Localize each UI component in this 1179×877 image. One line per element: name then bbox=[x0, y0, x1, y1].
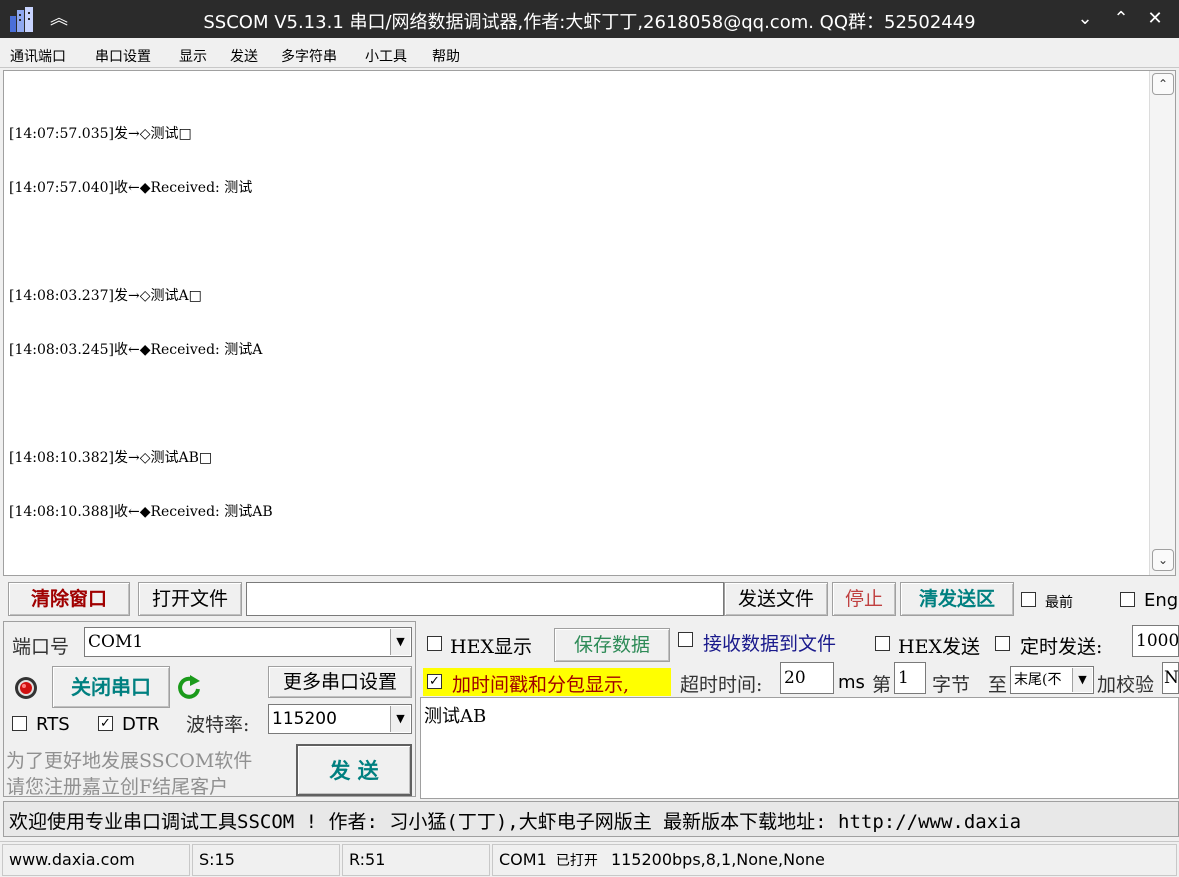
menu-bar: 通讯端口 串口设置 显示 发送 多字符串 小工具 帮助 bbox=[0, 38, 1179, 68]
send-file-button[interactable]: 发送文件 bbox=[724, 582, 828, 616]
promo-line-2: 请您注册嘉立创F结尾客户 bbox=[6, 776, 229, 798]
title-bar: ︽ SSCOM V5.13.1 串口/网络数据调试器,作者:大虾丁丁,26180… bbox=[0, 0, 1179, 38]
timed-send-checkbox[interactable] bbox=[995, 636, 1010, 651]
send-textarea[interactable]: 测试AB bbox=[420, 697, 1179, 799]
more-settings-button[interactable]: 更多串口设置 bbox=[268, 666, 412, 698]
window-title: SSCOM V5.13.1 串口/网络数据调试器,作者:大虾丁丁,2618058… bbox=[203, 12, 976, 33]
receive-scrollbar[interactable]: ⌃ ⌄ bbox=[1149, 71, 1175, 575]
status-site[interactable]: www.daxia.com bbox=[2, 844, 190, 876]
dropdown-arrow-icon[interactable]: ▼ bbox=[390, 629, 410, 655]
rts-label: RTS bbox=[36, 714, 70, 735]
clear-send-button[interactable]: 清发送区 bbox=[900, 582, 1014, 616]
status-params: 115200bps,8,1,None,None bbox=[610, 850, 825, 869]
port-label: 端口号 bbox=[12, 636, 70, 658]
scroll-down-icon[interactable]: ⌄ bbox=[1152, 549, 1174, 571]
status-port-info: COM1 已打开 115200bps,8,1,None,None bbox=[492, 844, 1177, 876]
hex-display-checkbox[interactable] bbox=[427, 636, 442, 651]
dtr-checkbox[interactable]: ✓ bbox=[98, 716, 113, 731]
baud-label: 波特率: bbox=[186, 714, 250, 736]
english-checkbox[interactable] bbox=[1120, 592, 1135, 607]
clear-window-button[interactable]: 清除窗口 bbox=[8, 582, 130, 616]
status-port-state: 已打开 bbox=[555, 853, 598, 869]
end-select[interactable]: 末尾(不 ▼ bbox=[1010, 666, 1094, 694]
menu-help[interactable]: 帮助 bbox=[432, 46, 460, 66]
file-path-input[interactable] bbox=[246, 582, 724, 616]
baud-select[interactable]: 115200 ▼ bbox=[268, 704, 412, 734]
status-sent-count: S:15 bbox=[192, 844, 340, 876]
receive-line: [14:08:03.237]发→◇测试A□ bbox=[9, 288, 202, 304]
save-data-button[interactable]: 保存数据 bbox=[554, 628, 670, 662]
ms-label: ms bbox=[838, 672, 865, 693]
send-button[interactable]: 发 送 bbox=[296, 744, 412, 796]
close-port-button[interactable]: 关闭串口 bbox=[52, 666, 170, 708]
recv-to-file-checkbox[interactable] bbox=[678, 632, 693, 647]
rts-checkbox[interactable] bbox=[12, 716, 27, 731]
port-status-icon bbox=[14, 676, 38, 700]
topmost-label: 最前 bbox=[1045, 595, 1073, 611]
send-text: 测试AB bbox=[424, 706, 487, 727]
to-label: 至 bbox=[988, 674, 1008, 696]
end-value: 末尾(不 bbox=[1014, 672, 1062, 688]
status-received-count: R:51 bbox=[342, 844, 490, 876]
topmost-checkbox[interactable] bbox=[1021, 592, 1036, 607]
info-banner: 欢迎使用专业串口调试工具SSCOM ! 作者: 习小猛(丁丁),大虾电子网版主 … bbox=[3, 801, 1179, 837]
timestamp-checkbox[interactable]: ✓ bbox=[427, 674, 442, 689]
port-select[interactable]: COM1 ▼ bbox=[84, 627, 412, 657]
receive-line bbox=[9, 395, 273, 413]
dropdown-arrow-icon[interactable]: ▼ bbox=[390, 706, 410, 732]
menu-tools[interactable]: 小工具 bbox=[365, 46, 407, 66]
banner-text: 欢迎使用专业串口调试工具SSCOM ! 作者: 习小猛(丁丁),大虾电子网版主 … bbox=[9, 811, 1022, 833]
status-port: COM1 bbox=[499, 850, 547, 869]
hex-display-label: HEX显示 bbox=[450, 636, 532, 658]
recv-to-file-label: 接收数据到文件 bbox=[703, 633, 837, 655]
maximize-icon[interactable]: ⌃ bbox=[1108, 6, 1134, 32]
receive-line: [14:07:57.035]发→◇测试□ bbox=[9, 126, 192, 142]
dtr-label: DTR bbox=[122, 714, 160, 735]
nth-input[interactable]: 1 bbox=[894, 662, 926, 694]
menu-multi-string[interactable]: 多字符串 bbox=[281, 46, 337, 66]
minimize-icon[interactable]: ⌄ bbox=[1072, 6, 1098, 32]
refresh-icon[interactable] bbox=[176, 673, 202, 701]
promo-line-1: 为了更好地发展SSCOM软件 bbox=[6, 750, 253, 772]
timestamp-label: 加时间戳和分包显示, bbox=[452, 674, 630, 696]
receive-line: [14:08:10.388]收←◆Received: 测试AB bbox=[9, 504, 273, 520]
receive-line: [14:08:10.382]发→◇测试AB□ bbox=[9, 450, 213, 466]
status-bar: www.daxia.com S:15 R:51 COM1 已打开 115200b… bbox=[0, 841, 1179, 877]
hex-send-label: HEX发送 bbox=[898, 636, 980, 658]
receive-line: [14:07:57.040]收←◆Received: 测试 bbox=[9, 180, 253, 196]
checksum-label: 加校验 bbox=[1097, 674, 1155, 696]
receive-area[interactable]: [14:07:57.035]发→◇测试□ [14:07:57.040]收←◆Re… bbox=[3, 70, 1176, 576]
dropdown-arrow-icon[interactable]: ▼ bbox=[1072, 668, 1092, 692]
checksum-select[interactable]: N bbox=[1162, 662, 1179, 694]
timeout-label: 超时时间: bbox=[680, 674, 763, 696]
port-value: COM1 bbox=[88, 632, 144, 652]
receive-line bbox=[9, 233, 273, 251]
timed-interval-input[interactable]: 1000 bbox=[1132, 625, 1179, 657]
timed-send-label: 定时发送: bbox=[1020, 636, 1103, 658]
baud-value: 115200 bbox=[272, 709, 337, 729]
timeout-input[interactable]: 20 bbox=[780, 662, 834, 694]
menu-comm-port[interactable]: 通讯端口 bbox=[10, 46, 66, 66]
hex-send-checkbox[interactable] bbox=[875, 636, 890, 651]
close-icon[interactable]: ✕ bbox=[1142, 6, 1168, 32]
nth-label: 第 bbox=[872, 674, 892, 696]
byte-label: 字节 bbox=[932, 674, 971, 696]
open-file-button[interactable]: 打开文件 bbox=[138, 582, 242, 616]
menu-display[interactable]: 显示 bbox=[179, 46, 207, 66]
receive-line: [14:08:03.245]收←◆Received: 测试A bbox=[9, 342, 263, 358]
menu-send[interactable]: 发送 bbox=[230, 46, 258, 66]
menu-serial-settings[interactable]: 串口设置 bbox=[95, 46, 151, 66]
scroll-up-icon[interactable]: ⌃ bbox=[1152, 73, 1174, 95]
stop-button[interactable]: 停止 bbox=[832, 582, 896, 616]
english-label: English bbox=[1144, 590, 1179, 611]
